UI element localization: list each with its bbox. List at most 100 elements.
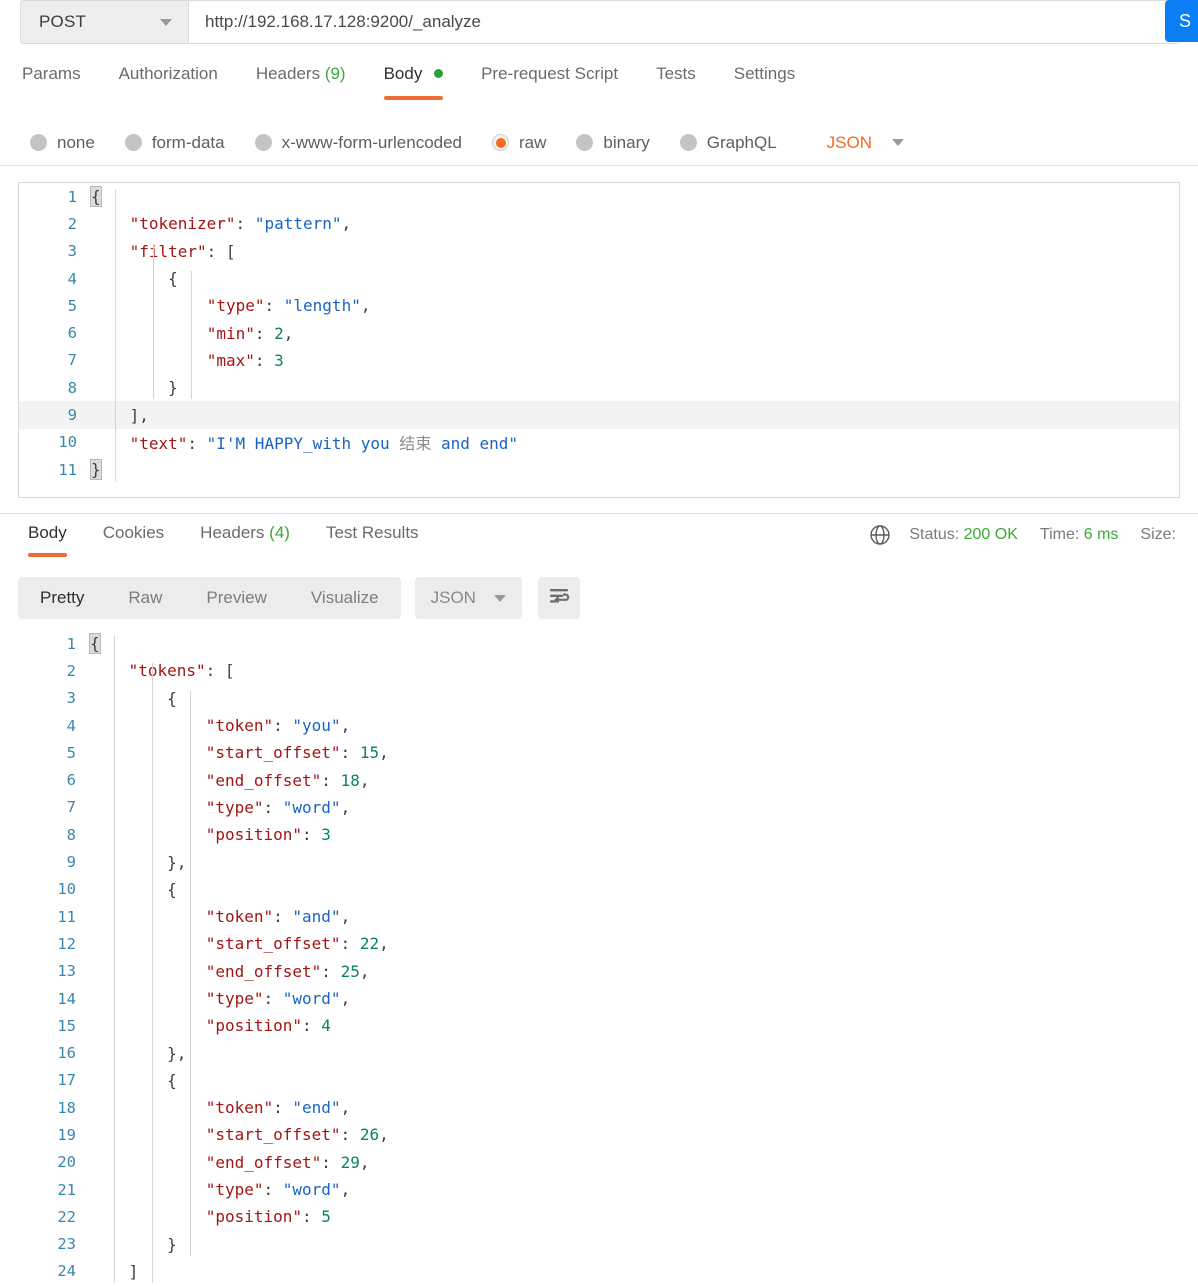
code-line-row[interactable]: 2 "tokens": [ xyxy=(18,657,1180,684)
globe-icon xyxy=(869,524,891,546)
request-url-input[interactable]: http://192.168.17.128:9200/_analyze xyxy=(188,0,1180,44)
code-line-row[interactable]: 18 "token": "end", xyxy=(18,1094,1180,1121)
body-mode-binary[interactable]: binary xyxy=(576,133,650,153)
code-line-row[interactable]: 6 "min": 2, xyxy=(19,319,1179,346)
body-present-dot-icon xyxy=(434,69,444,78)
code-line-row[interactable]: 5 "type": "length", xyxy=(19,292,1179,319)
code-line-text: "start_offset": 26, xyxy=(205,1125,389,1145)
code-line-row[interactable]: 1{ xyxy=(19,183,1179,210)
response-view-preview[interactable]: Preview xyxy=(184,577,288,619)
code-line-row[interactable]: 20 "end_offset": 29, xyxy=(18,1149,1180,1176)
code-line-row[interactable]: 14 "type": "word", xyxy=(18,985,1180,1012)
line-number: 16 xyxy=(57,1044,76,1063)
tab-headers[interactable]: Headers (9) xyxy=(256,60,346,100)
indent-guide xyxy=(115,189,116,482)
body-mode-form-data[interactable]: form-data xyxy=(124,133,225,153)
radio-icon xyxy=(124,134,142,151)
request-body-editor[interactable]: 1{2 "tokenizer": "pattern", 3 "filter": [… xyxy=(18,182,1180,498)
code-line-row[interactable]: 8 } xyxy=(19,374,1179,401)
line-number: 2 xyxy=(66,661,76,680)
code-line-row[interactable]: 23 } xyxy=(18,1231,1180,1258)
response-view-pretty[interactable]: Pretty xyxy=(18,577,106,619)
line-number: 4 xyxy=(66,716,76,735)
code-line-row[interactable]: 10 "text": "I'M HAPPY_with you 结束 and en… xyxy=(19,429,1179,456)
code-line-row[interactable]: 16 }, xyxy=(18,1039,1180,1066)
line-number: 20 xyxy=(57,1153,76,1172)
code-line-row[interactable]: 9 }, xyxy=(18,848,1180,875)
code-line-row[interactable]: 17 { xyxy=(18,1067,1180,1094)
tab-body[interactable]: Body xyxy=(383,60,444,100)
response-view-raw[interactable]: Raw xyxy=(106,577,184,619)
body-format-dropdown[interactable]: JSON xyxy=(827,133,905,153)
code-line-text: "end_offset": 25, xyxy=(205,961,370,981)
code-line-row[interactable]: 13 "end_offset": 25, xyxy=(18,958,1180,985)
line-number: 12 xyxy=(57,934,76,953)
line-number: 3 xyxy=(66,689,76,708)
tab-authorization-label: Authorization xyxy=(118,64,218,83)
response-tab-test-results[interactable]: Test Results xyxy=(326,514,419,557)
time-label: Time: xyxy=(1039,526,1080,543)
indent-guide xyxy=(190,690,191,1256)
code-line-text: { xyxy=(90,186,102,208)
line-number: 21 xyxy=(57,1180,76,1199)
indent-guide xyxy=(152,663,153,1284)
line-number: 7 xyxy=(67,351,77,370)
response-tab-headers[interactable]: Headers (4) xyxy=(200,514,290,557)
response-tab-cookies[interactable]: Cookies xyxy=(103,514,164,557)
line-number: 7 xyxy=(66,798,76,817)
code-line-row[interactable]: 8 "position": 3 xyxy=(18,821,1180,848)
tab-settings[interactable]: Settings xyxy=(734,60,795,100)
code-line-row[interactable]: 4 "token": "you", xyxy=(18,712,1180,739)
code-line-row[interactable]: 7 "type": "word", xyxy=(18,794,1180,821)
body-mode-graphql[interactable]: GraphQL xyxy=(679,132,777,153)
body-mode-none[interactable]: none xyxy=(30,133,95,153)
body-mode-raw[interactable]: raw xyxy=(492,133,546,153)
http-method-dropdown[interactable]: POST xyxy=(20,0,188,44)
code-line-text: "token": "end", xyxy=(205,1098,351,1118)
send-button[interactable]: S xyxy=(1165,0,1198,42)
tab-pre-request-script[interactable]: Pre-request Script xyxy=(481,60,618,100)
code-line-row[interactable]: 15 "position": 4 xyxy=(18,1012,1180,1039)
code-line-row[interactable]: 3 "filter": [ xyxy=(19,238,1179,265)
code-line-text: { xyxy=(168,269,178,289)
body-mode-urlencoded[interactable]: x-www-form-urlencoded xyxy=(254,133,462,153)
code-line-row[interactable]: 22 "position": 5 xyxy=(18,1203,1180,1230)
code-line-text: { xyxy=(167,1070,177,1090)
code-line-row[interactable]: 12 "start_offset": 22, xyxy=(18,930,1180,957)
word-wrap-toggle[interactable] xyxy=(537,577,580,619)
response-format-dropdown[interactable]: JSON xyxy=(414,577,522,619)
chevron-down-icon xyxy=(892,139,905,146)
line-number: 24 xyxy=(57,1262,76,1281)
status-group: Status: 200 OK xyxy=(909,526,1018,544)
response-tab-body[interactable]: Body xyxy=(28,514,67,557)
tab-params[interactable]: Params xyxy=(22,60,81,100)
tab-authorization[interactable]: Authorization xyxy=(119,60,218,100)
code-line-row[interactable]: 11} xyxy=(19,456,1179,483)
code-line-row[interactable]: 5 "start_offset": 15, xyxy=(18,739,1180,766)
code-line-text: "end_offset": 29, xyxy=(205,1152,370,1172)
code-line-row[interactable]: 3 { xyxy=(18,685,1180,712)
code-line-row[interactable]: 10 { xyxy=(18,876,1180,903)
code-line-row[interactable]: 7 "max": 3 xyxy=(19,347,1179,374)
code-line-text: { xyxy=(167,879,177,899)
code-line-row[interactable]: 9 ], xyxy=(19,401,1179,429)
code-line-row[interactable]: 11 "token": "and", xyxy=(18,903,1180,930)
code-line-row[interactable]: 2 "tokenizer": "pattern", xyxy=(19,210,1179,237)
body-mode-radio-group: none form-data x-www-form-urlencoded raw… xyxy=(0,120,1198,166)
code-line-row[interactable]: 1{ xyxy=(18,630,1180,657)
code-line-row[interactable]: 21 "type": "word", xyxy=(18,1176,1180,1203)
code-line-row[interactable]: 6 "end_offset": 18, xyxy=(18,766,1180,793)
code-line-text: "token": "and", xyxy=(205,907,351,927)
code-line-row[interactable]: 4 { xyxy=(19,265,1179,292)
body-mode-graphql-label: GraphQL xyxy=(706,132,777,152)
response-view-visualize[interactable]: Visualize xyxy=(289,577,401,619)
response-view-toolbar: Pretty Raw Preview Visualize JSON xyxy=(0,574,1198,622)
response-body-editor[interactable]: 1{2 "tokens": [3 {4 "token": "you", 5 "st… xyxy=(18,630,1180,1286)
tab-tests[interactable]: Tests xyxy=(656,60,696,100)
code-line-row[interactable]: 24 ] xyxy=(18,1258,1180,1285)
response-tab-body-label: Body xyxy=(28,523,67,542)
tab-settings-label: Settings xyxy=(733,64,796,83)
line-number: 9 xyxy=(67,406,77,425)
code-line-row[interactable]: 19 "start_offset": 26, xyxy=(18,1121,1180,1148)
word-wrap-icon xyxy=(548,587,570,610)
